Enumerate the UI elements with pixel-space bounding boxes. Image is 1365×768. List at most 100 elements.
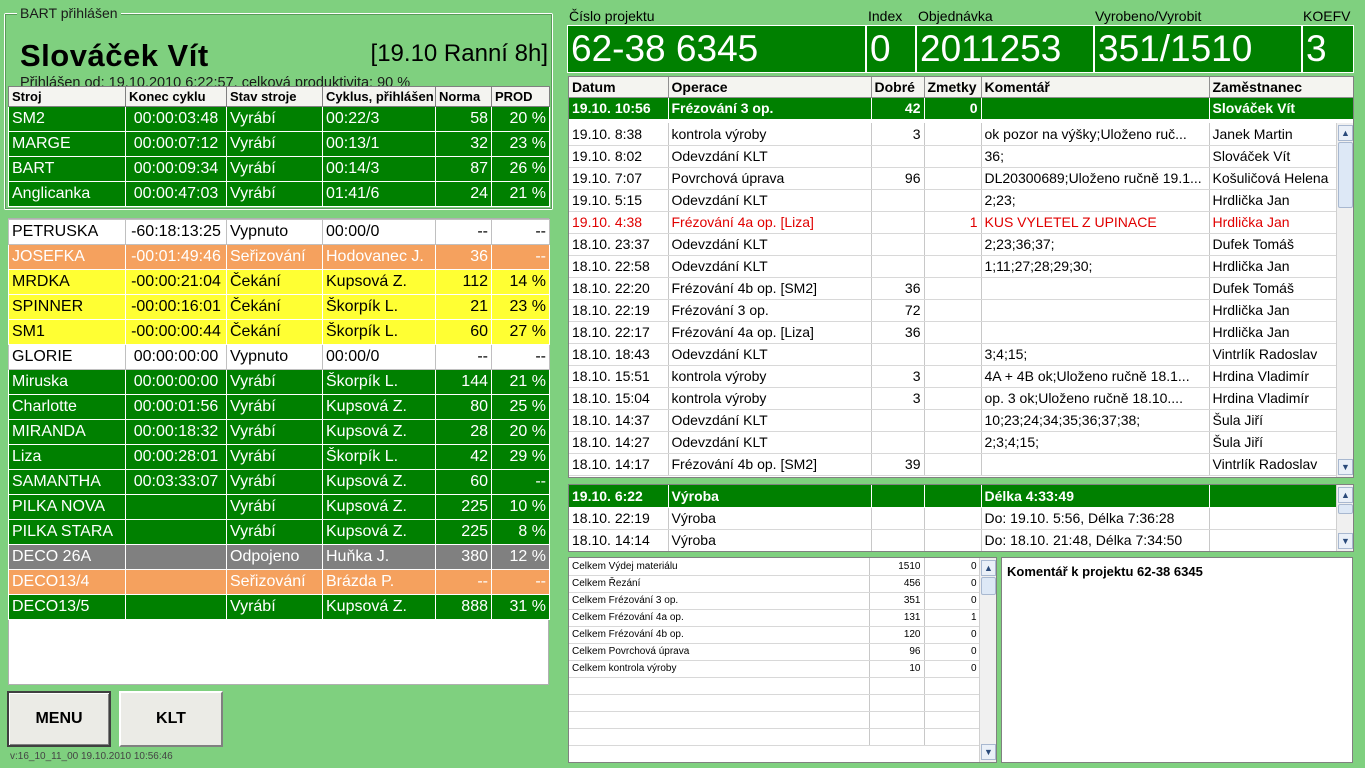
operation-row[interactable]: 19.10. 7:07 Povrchová úprava 96 DL20300689;… [569, 167, 1339, 190]
cycle-operator: 00:00/0 [322, 344, 436, 370]
machine-row[interactable]: Miruska 00:00:00:00 Vyrábí Škorpík L. 144 21 … [8, 369, 550, 395]
column-header[interactable]: Stroj [8, 86, 126, 107]
machine-row[interactable]: SM2 00:00:03:48 Vyrábí 00:22/3 58 20 % [8, 106, 550, 132]
column-header[interactable]: Zmetky [924, 77, 982, 98]
operation-row[interactable]: 18.10. 23:37 Odevzdání KLT 2;23;36;37; Dufe… [569, 233, 1339, 256]
machine-row[interactable]: GLORIE 00:00:00:00 Vypnuto 00:00/0 -- -- [8, 344, 550, 370]
operation-row[interactable]: 18.10. 14:27 Odevzdání KLT 2;3;4;15; Šula J… [569, 431, 1339, 454]
op-scrap [924, 277, 982, 300]
op-comment [981, 97, 1210, 120]
machine-row[interactable]: SM1 -00:00:00:44 Čekání Škorpík L. 60 27 % [8, 319, 550, 345]
operation-row[interactable]: 19.10. 8:38 kontrola výroby 3 ok pozor na v… [569, 123, 1339, 146]
totals-row[interactable]: Celkem Povrchová úprava 96 0 [569, 643, 981, 661]
operation-row[interactable]: 18.10. 15:04 kontrola výroby 3 op. 3 ok;Ulo… [569, 387, 1339, 410]
machine-row[interactable]: JOSEFKA -00:01:49:46 Seřizování Hodovanec J… [8, 244, 550, 270]
operation-row[interactable]: 18.10. 14:17 Frézování 4b op. [SM2] 39 Vint… [569, 453, 1339, 476]
norm: 36 [435, 244, 492, 270]
operation-row[interactable]: 18.10. 22:17 Frézování 4a op. [Liza] 36 Hrd… [569, 321, 1339, 344]
operation-row-selected[interactable]: 19.10. 10:56 Frézování 3 op. 42 0 Slováč… [569, 97, 1353, 120]
machine-name: MRDKA [8, 269, 126, 295]
prod-operation: Výroba [668, 529, 872, 551]
productivity: 10 % [491, 494, 550, 520]
machine-row[interactable]: PETRUSKA -60:18:13:25 Vypnuto 00:00/0 -- -- [8, 219, 550, 245]
production-row[interactable]: 18.10. 22:19 Výroba Do: 19.10. 5:56, Délka… [569, 507, 1339, 530]
machine-name: Liza [8, 444, 126, 470]
scroll-up-icon[interactable]: ▲ [1338, 125, 1353, 141]
op-scrap: 0 [924, 97, 982, 120]
operation-row[interactable]: 19.10. 8:02 Odevzdání KLT 36; Slováček Vít [569, 145, 1339, 168]
norm: 60 [435, 469, 492, 495]
production-scrollbar[interactable]: ▲ ▼ [1336, 485, 1353, 551]
scroll-down-icon[interactable]: ▼ [1338, 533, 1353, 549]
scroll-down-icon[interactable]: ▼ [981, 744, 996, 760]
scroll-thumb[interactable] [981, 577, 996, 595]
scroll-down-icon[interactable]: ▼ [1338, 459, 1353, 475]
column-header[interactable]: Komentář [981, 77, 1210, 98]
production-row[interactable]: 19.10. 6:22 Výroba Délka 4:33:49 [569, 485, 1339, 508]
operation-row[interactable]: 18.10. 22:20 Frézování 4b op. [SM2] 36 Dufe… [569, 277, 1339, 300]
column-header[interactable]: Datum [569, 77, 669, 98]
operation-row[interactable]: 18.10. 22:19 Frézování 3 op. 72 Hrdlička Ja… [569, 299, 1339, 322]
operation-row[interactable]: 19.10. 5:15 Odevzdání KLT 2;23; Hrdlička Ja… [569, 189, 1339, 212]
productivity: 21 % [491, 181, 550, 207]
norm: 58 [435, 106, 492, 132]
machine-row[interactable]: MIRANDA 00:00:18:32 Vyrábí Kupsová Z. 28 20 % [8, 419, 550, 445]
index-value: 0 [866, 25, 916, 73]
machine-row[interactable]: MARGE 00:00:07:12 Vyrábí 00:13/1 32 23 % [8, 131, 550, 157]
menu-button[interactable]: MENU [7, 691, 111, 747]
op-date: 18.10. 15:51 [569, 365, 669, 388]
column-header[interactable]: Zaměstnanec [1209, 77, 1353, 98]
op-good: 72 [871, 299, 925, 322]
prod-empty [871, 529, 925, 551]
totals-row[interactable]: Celkem Výdej materiálu 1510 0 [569, 558, 981, 576]
column-header[interactable]: PROD [491, 86, 550, 107]
machine-row[interactable]: Liza 00:00:28:01 Vyrábí Škorpík L. 42 29 % [8, 444, 550, 470]
totals-scrollbar[interactable]: ▲ ▼ [979, 558, 996, 762]
project-comment[interactable]: Komentář k projektu 62-38 6345 [1001, 557, 1353, 763]
operation-row[interactable]: 18.10. 22:58 Odevzdání KLT 1;11;27;28;29;3… [569, 255, 1339, 278]
operation-row[interactable]: 18.10. 14:37 Odevzdání KLT 10;23;24;34;35;… [569, 409, 1339, 432]
machine-row[interactable]: MRDKA -00:00:21:04 Čekání Kupsová Z. 112 14 % [8, 269, 550, 295]
machine-row[interactable]: SAMANTHA 00:03:33:07 Vyrábí Kupsová Z. 60 -- [8, 469, 550, 495]
machine-row[interactable]: PILKA NOVA Vyrábí Kupsová Z. 225 10 % [8, 494, 550, 520]
op-date: 18.10. 22:17 [569, 321, 669, 344]
column-header[interactable]: Dobré [871, 77, 925, 98]
column-header[interactable]: Norma [435, 86, 492, 107]
scroll-thumb[interactable] [1338, 504, 1353, 514]
cycle-end: -00:01:49:46 [125, 244, 227, 270]
op-employee: Hrdlička Jan [1209, 255, 1339, 278]
totals-row[interactable]: Celkem Frézování 4a op. 131 1 [569, 609, 981, 627]
productivity: -- [491, 569, 550, 595]
op-date: 18.10. 14:27 [569, 431, 669, 454]
operation-row[interactable]: 18.10. 18:43 Odevzdání KLT 3;4;15; Vintrlík… [569, 343, 1339, 366]
scroll-thumb[interactable] [1338, 142, 1353, 208]
operation-row[interactable]: 19.10. 4:38 Frézování 4a op. [Liza] 1 KUS V… [569, 211, 1339, 234]
scroll-up-icon[interactable]: ▲ [1338, 487, 1353, 503]
machine-row[interactable]: Charlotte 00:00:01:56 Vyrábí Kupsová Z. 80 25… [8, 394, 550, 420]
totals-row[interactable]: Celkem Frézování 3 op. 351 0 [569, 592, 981, 610]
column-header[interactable]: Cyklus, přihlášen [322, 86, 436, 107]
column-header[interactable]: Operace [668, 77, 872, 98]
op-comment: ok pozor na výšky;Uloženo ruč... [981, 123, 1210, 146]
machine-row[interactable]: BART 00:00:09:34 Vyrábí 00:14/3 87 26 % [8, 156, 550, 182]
scroll-up-icon[interactable]: ▲ [981, 560, 996, 576]
production-row[interactable]: 18.10. 14:14 Výroba Do: 18.10. 21:48, Délk… [569, 529, 1339, 551]
machine-state: Seřizování [226, 244, 323, 270]
machine-row[interactable]: DECO13/4 Seřizování Brázda P. -- -- [8, 569, 550, 595]
machine-row[interactable]: SPINNER -00:00:16:01 Čekání Škorpík L. 21 23 … [8, 294, 550, 320]
klt-button[interactable]: KLT [119, 691, 223, 747]
machine-row[interactable]: PILKA STARA Vyrábí Kupsová Z. 225 8 % [8, 519, 550, 545]
machine-row[interactable]: DECO13/5 Vyrábí Kupsová Z. 888 31 % [8, 594, 550, 620]
op-employee: Košuličová Helena [1209, 167, 1339, 190]
machine-row[interactable]: DECO 26A Odpojeno Huňka J. 380 12 % [8, 544, 550, 570]
totals-row[interactable]: Celkem Frézování 4b op. 120 0 [569, 626, 981, 644]
operation-row[interactable]: 18.10. 15:51 kontrola výroby 3 4A + 4B ok;U… [569, 365, 1339, 388]
machine-row[interactable]: Anglicanka 00:00:47:03 Vyrábí 01:41/6 24 21 % [8, 181, 550, 207]
totals-row[interactable]: Celkem kontrola výroby 10 0 [569, 660, 981, 678]
operations-scroll-area[interactable]: 19.10. 8:38 kontrola výroby 3 ok pozor na v… [569, 123, 1353, 477]
operations-scrollbar[interactable]: ▲ ▼ [1336, 123, 1353, 477]
prod-comment: Délka 4:33:49 [981, 485, 1210, 508]
column-header[interactable]: Konec cyklu [125, 86, 227, 107]
column-header[interactable]: Stav stroje [226, 86, 323, 107]
totals-row[interactable]: Celkem Řezání 456 0 [569, 575, 981, 593]
